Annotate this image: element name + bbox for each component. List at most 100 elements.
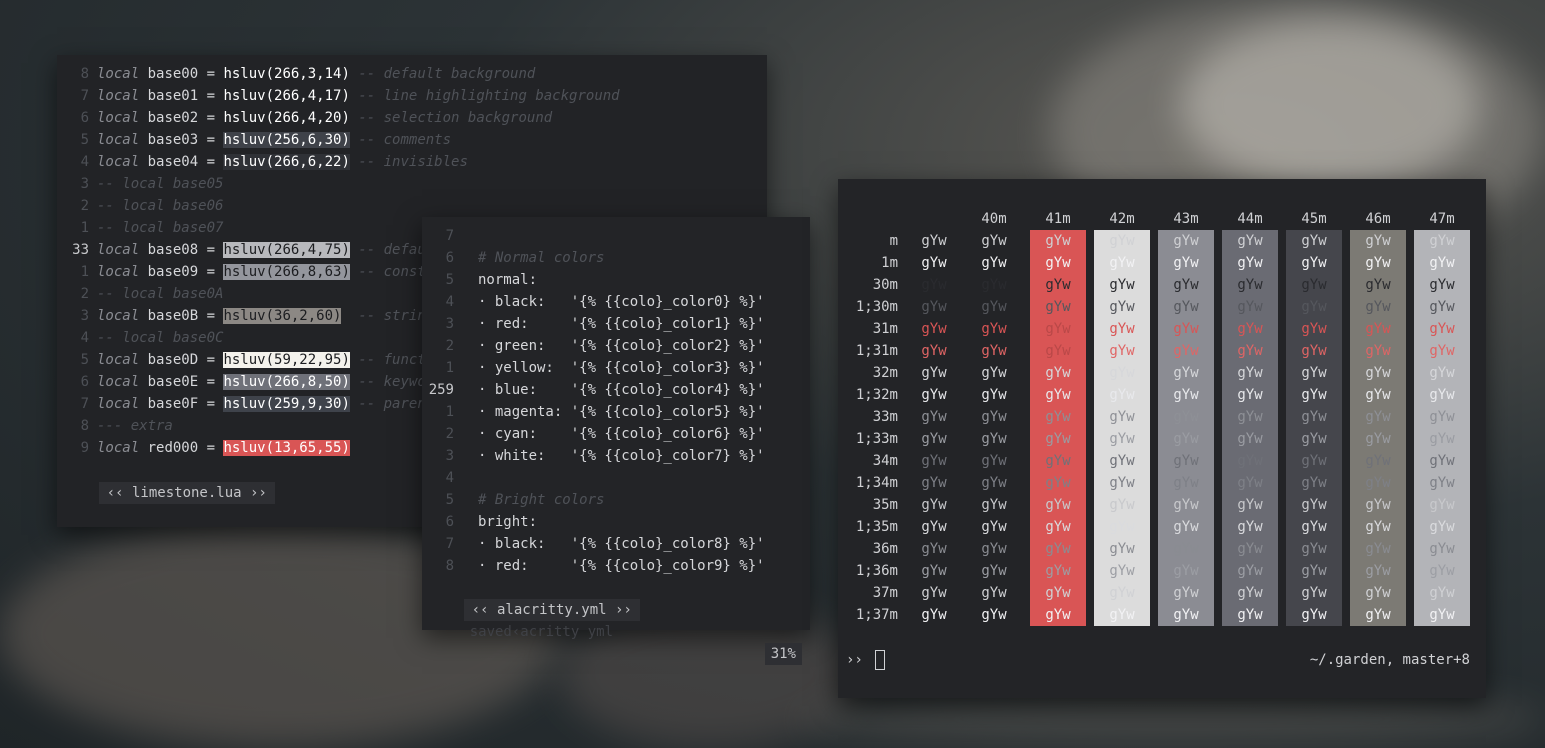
comment: -- local base06 <box>97 198 224 214</box>
comment: # Normal colors <box>478 250 605 266</box>
sample-cell: gYw <box>921 607 947 623</box>
sample-cell: gYw <box>1301 497 1327 513</box>
hsluv-value: hsluv(13,65,55) <box>223 440 350 456</box>
row-label: 34m <box>872 453 898 469</box>
column-header: 47m <box>1429 211 1455 227</box>
column-header: 40m <box>981 211 1007 227</box>
variable-name: base04 = <box>139 154 224 170</box>
row-label: 1m <box>881 255 898 271</box>
yaml-entry: · red: '{% {{colo}_color1} %}' <box>478 316 765 332</box>
line-number: 4 <box>80 154 89 170</box>
terminal-window[interactable]: 40m 41m 42m 43m 44m 45m 46m 47m m gYw gYw gYw gYw gYw… <box>838 179 1486 698</box>
sample-cell: gYw <box>1237 541 1263 557</box>
sample-cell: gYw <box>1045 387 1071 403</box>
row-label: 35m <box>872 497 898 513</box>
row-label: 1;37m <box>855 607 898 623</box>
row-label: 1;36m <box>855 563 898 579</box>
sample-cell: gYw <box>1109 277 1135 293</box>
sample-cell: gYw <box>1173 409 1199 425</box>
sample-cell: gYw <box>1237 233 1263 249</box>
sample-cell: gYw <box>1045 365 1071 381</box>
line-number: 33 <box>72 242 89 258</box>
sample-cell: gYw <box>1301 299 1327 315</box>
sample-cell: gYw <box>1173 233 1199 249</box>
sample-cell: gYw <box>1429 233 1455 249</box>
line-number: 3 <box>80 176 89 192</box>
hsluv-value: hsluv(266,3,14) <box>223 66 350 82</box>
sample-cell: gYw <box>1429 365 1455 381</box>
sample-cell: gYw <box>981 497 1007 513</box>
row-label: m <box>889 233 898 249</box>
sample-cell: gYw <box>921 343 947 359</box>
column-header: 42m <box>1109 211 1135 227</box>
sample-cell: gYw <box>1365 453 1391 469</box>
line-number: 4 <box>445 294 454 310</box>
sample-cell: gYw <box>921 453 947 469</box>
sample-cell: gYw <box>1173 453 1199 469</box>
line-number: 3 <box>80 308 89 324</box>
code-line: 6 # Normal colors <box>422 247 605 269</box>
row-label: 37m <box>872 585 898 601</box>
alacritty-editor-window[interactable]: 7 6 # Normal colors 5 normal: 4 · black: '{% {… <box>422 217 810 665</box>
prompt-line[interactable]: ›› <box>846 649 886 671</box>
limestone-tab[interactable]: ‹‹ limestone.lua ›› <box>98 482 275 504</box>
code-line: 3 local base0B = hsluv(36,2,60) -- string… <box>65 305 443 327</box>
line-number: 7 <box>80 396 89 412</box>
yaml-entry: · magenta: '{% {{colo}_color5} %}' <box>478 404 765 420</box>
sample-cell: gYw <box>1237 519 1263 535</box>
yaml-entry: · black: '{% {{colo}_color0} %}' <box>478 294 765 310</box>
row-label: 36m <box>872 541 898 557</box>
variable-name: base0D = <box>139 352 224 368</box>
hsluv-value: hsluv(266,8,63) <box>223 264 350 280</box>
alacritty-tab[interactable]: ‹‹ alacritty.yml ›› <box>463 599 640 621</box>
yaml-entry: · red: '{% {{colo}_color9} %}' <box>478 558 765 574</box>
sample-cell: gYw <box>1109 255 1135 271</box>
keyword-local: local <box>97 132 140 148</box>
sample-cell: gYw <box>1365 497 1391 513</box>
sample-cell: gYw <box>1301 541 1327 557</box>
sample-cell: gYw <box>981 475 1007 491</box>
sample-cell: gYw <box>1045 233 1071 249</box>
sample-cell: gYw <box>1237 255 1263 271</box>
sample-cell: gYw <box>1301 453 1327 469</box>
row-label: 32m <box>872 365 898 381</box>
line-number: 6 <box>445 250 454 266</box>
keyword-local: local <box>97 352 140 368</box>
row-label: 1;30m <box>855 299 898 315</box>
sample-cell: gYw <box>1109 497 1135 513</box>
sample-cell: gYw <box>1109 607 1135 623</box>
sample-cell: gYw <box>1429 519 1455 535</box>
sample-cell: gYw <box>1109 563 1135 579</box>
keyword-local: local <box>97 88 140 104</box>
hsluv-value: hsluv(266,4,17) <box>223 88 350 104</box>
sample-cell: gYw <box>1109 541 1135 557</box>
column-header: 44m <box>1237 211 1263 227</box>
comment: -- local base07 <box>97 220 224 236</box>
sample-cell: gYw <box>1109 387 1135 403</box>
line-number: 3 <box>445 448 454 464</box>
sample-cell: gYw <box>1301 607 1327 623</box>
sample-cell: gYw <box>1365 585 1391 601</box>
line-number: 5 <box>80 352 89 368</box>
sample-cell: gYw <box>1045 409 1071 425</box>
sample-cell: gYw <box>1429 409 1455 425</box>
sample-cell: gYw <box>1237 387 1263 403</box>
sample-cell: gYw <box>1365 277 1391 293</box>
sample-cell: gYw <box>1237 563 1263 579</box>
code-line: 6 local base02 = hsluv(266,4,20) -- selec… <box>65 107 553 129</box>
sample-cell: gYw <box>1173 563 1199 579</box>
sample-cell: gYw <box>1237 475 1263 491</box>
variable-name: base0F = <box>139 396 224 412</box>
comment: -- local base05 <box>97 176 224 192</box>
sample-cell: gYw <box>1429 541 1455 557</box>
comment: # Bright colors <box>478 492 605 508</box>
yaml-entry: · cyan: '{% {{colo}_color6} %}' <box>478 426 765 442</box>
sample-cell: gYw <box>1429 475 1455 491</box>
column-header: 43m <box>1173 211 1199 227</box>
code-line: 5 # Bright colors <box>422 489 605 511</box>
line-number: 1 <box>80 220 89 236</box>
keyword-local: local <box>97 396 140 412</box>
comment: -- default background <box>349 66 536 82</box>
terminal-cursor[interactable] <box>875 650 886 670</box>
yaml-key: bright: <box>478 514 538 530</box>
